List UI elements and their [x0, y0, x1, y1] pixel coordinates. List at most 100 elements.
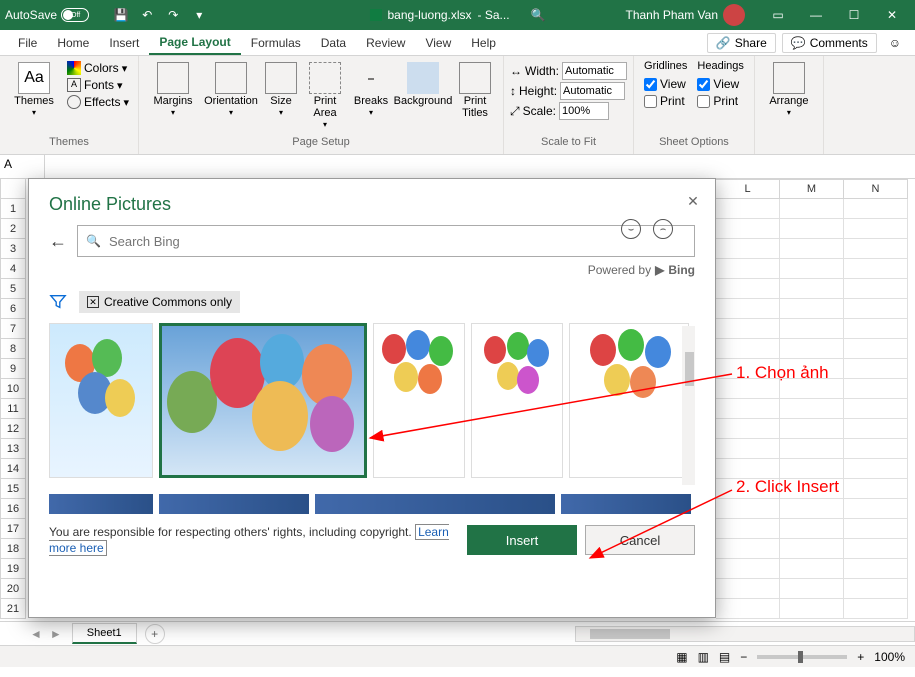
row-header[interactable]: 4 — [0, 259, 26, 279]
row-header[interactable]: 15 — [0, 479, 26, 499]
saved-suffix: - Sa... — [478, 8, 510, 22]
search-input[interactable] — [109, 234, 686, 249]
add-sheet-button[interactable]: + — [145, 624, 165, 644]
row-header[interactable]: 11 — [0, 399, 26, 419]
effects-button[interactable]: Effects ▾ — [64, 94, 132, 110]
tab-help[interactable]: Help — [461, 32, 506, 54]
tab-file[interactable]: File — [8, 32, 47, 54]
row-header[interactable]: 14 — [0, 459, 26, 479]
filter-icon[interactable] — [49, 293, 67, 311]
result-thumb[interactable] — [373, 323, 465, 478]
row-headers: 1 2 3 4 5 6 7 8 9 10 11 12 13 14 15 16 1… — [0, 179, 26, 621]
scale-input[interactable] — [559, 102, 609, 120]
tab-formulas[interactable]: Formulas — [241, 32, 311, 54]
insert-button[interactable]: Insert — [467, 525, 577, 555]
feedback-sad-icon[interactable]: ⌢ — [653, 219, 673, 239]
result-thumb-selected[interactable] — [159, 323, 367, 478]
row-header[interactable]: 17 — [0, 519, 26, 539]
row-header[interactable]: 9 — [0, 359, 26, 379]
breaks-button[interactable]: ⎯Breaks▾ — [349, 60, 393, 119]
headings-view-checkbox[interactable]: View — [697, 77, 743, 91]
view-page-break-icon[interactable]: ▤ — [719, 650, 730, 664]
zoom-out-icon[interactable]: − — [740, 650, 747, 664]
ribbon-group-sheet-options: Gridlines View Print Headings View Print… — [634, 56, 755, 154]
size-button[interactable]: Size▾ — [261, 60, 301, 119]
select-all[interactable] — [0, 179, 26, 199]
tab-view[interactable]: View — [415, 32, 461, 54]
col-header[interactable]: N — [844, 179, 908, 199]
width-input[interactable] — [562, 62, 627, 80]
sheet-nav-prev-icon[interactable]: ◄ — [30, 627, 42, 641]
cancel-button[interactable]: Cancel — [585, 525, 695, 555]
row-header[interactable]: 7 — [0, 319, 26, 339]
zoom-level[interactable]: 100% — [874, 650, 905, 664]
result-thumb[interactable] — [49, 323, 153, 478]
themes-button[interactable]: Aa Themes ▾ — [6, 60, 62, 119]
row-header[interactable]: 20 — [0, 579, 26, 599]
horizontal-scrollbar[interactable] — [575, 626, 915, 642]
user-area[interactable]: Thanh Pham Van — [625, 4, 745, 26]
filename-text: bang-luong.xlsx — [387, 8, 471, 22]
result-thumb[interactable] — [569, 323, 689, 478]
results-scrollbar[interactable] — [682, 326, 695, 485]
view-normal-icon[interactable]: ▦ — [676, 650, 687, 664]
gridlines-print-checkbox[interactable]: Print — [644, 94, 687, 108]
tab-page-layout[interactable]: Page Layout — [149, 31, 240, 55]
zoom-in-icon[interactable]: + — [857, 650, 864, 664]
tab-data[interactable]: Data — [311, 32, 356, 54]
row-header[interactable]: 12 — [0, 419, 26, 439]
row-header[interactable]: 18 — [0, 539, 26, 559]
row-header[interactable]: 21 — [0, 599, 26, 619]
qat-dropdown-icon[interactable]: ▾ — [190, 6, 208, 24]
row-header[interactable]: 10 — [0, 379, 26, 399]
tab-home[interactable]: Home — [47, 32, 99, 54]
col-header[interactable]: L — [716, 179, 780, 199]
sheet-nav-next-icon[interactable]: ► — [50, 627, 62, 641]
row-header[interactable]: 8 — [0, 339, 26, 359]
comments-button[interactable]: 💬 Comments — [782, 33, 877, 53]
gridlines-view-checkbox[interactable]: View — [644, 77, 687, 91]
scale-icon: ⤢ — [510, 104, 520, 119]
maximize-icon[interactable]: ☐ — [836, 1, 872, 29]
height-input[interactable] — [560, 82, 625, 100]
headings-print-checkbox[interactable]: Print — [697, 94, 743, 108]
search-icon[interactable]: 🔍 — [531, 8, 546, 22]
dialog-close-icon[interactable]: ✕ — [683, 191, 703, 211]
zoom-slider[interactable] — [757, 655, 847, 659]
result-thumb[interactable] — [471, 323, 563, 478]
feedback-happy-icon[interactable]: ⌣ — [621, 219, 641, 239]
print-area-button[interactable]: Print Area▾ — [303, 60, 347, 131]
print-titles-button[interactable]: Print Titles — [453, 60, 497, 121]
back-icon[interactable]: ← — [49, 231, 67, 252]
arrange-button[interactable]: Arrange▾ — [761, 60, 817, 119]
row-header[interactable]: 2 — [0, 219, 26, 239]
ribbon-options-icon[interactable]: ▭ — [760, 1, 796, 29]
col-header[interactable]: M — [780, 179, 844, 199]
view-page-layout-icon[interactable]: ▥ — [698, 650, 709, 664]
background-button[interactable]: Background — [395, 60, 451, 109]
close-icon[interactable]: ✕ — [874, 1, 910, 29]
undo-icon[interactable]: ↶ — [138, 6, 156, 24]
orientation-button[interactable]: Orientation▾ — [203, 60, 259, 119]
row-header[interactable]: 6 — [0, 299, 26, 319]
minimize-icon[interactable]: — — [798, 1, 834, 29]
tab-insert[interactable]: Insert — [99, 32, 149, 54]
row-header[interactable]: 16 — [0, 499, 26, 519]
row-header[interactable]: 5 — [0, 279, 26, 299]
row-header[interactable]: 1 — [0, 199, 26, 219]
row-header[interactable]: 3 — [0, 239, 26, 259]
search-box[interactable]: 🔍 — [77, 225, 695, 257]
tab-review[interactable]: Review — [356, 32, 415, 54]
colors-button[interactable]: Colors ▾ — [64, 60, 132, 76]
share-button[interactable]: 🔗 Share — [707, 33, 776, 53]
name-box[interactable]: A — [0, 155, 45, 178]
row-header[interactable]: 13 — [0, 439, 26, 459]
fonts-button[interactable]: AFonts ▾ — [64, 77, 132, 93]
smiley-icon[interactable]: ☺ — [889, 36, 901, 50]
row-header[interactable]: 19 — [0, 559, 26, 579]
redo-icon[interactable]: ↷ — [164, 6, 182, 24]
save-icon[interactable]: 💾 — [112, 6, 130, 24]
cc-only-filter[interactable]: ✕ Creative Commons only — [79, 291, 240, 313]
sheet-tab[interactable]: Sheet1 — [72, 623, 137, 644]
margins-button[interactable]: Margins▾ — [145, 60, 201, 119]
